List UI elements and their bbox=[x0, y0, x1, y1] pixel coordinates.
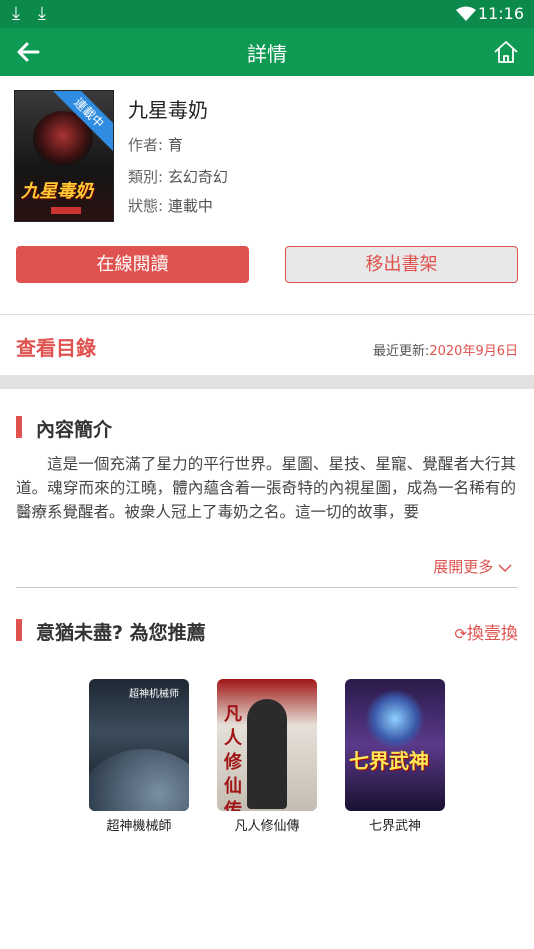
book-cover: 七界武神 bbox=[345, 679, 445, 811]
cover-art bbox=[247, 699, 287, 809]
category-row: 類別: 玄幻奇幻 bbox=[128, 166, 508, 187]
refresh-button[interactable]: ⟳換壹換 bbox=[454, 619, 518, 644]
remove-from-shelf-button[interactable]: 移出書架 bbox=[285, 246, 518, 283]
book-title: 九星毒奶 bbox=[128, 98, 208, 122]
refresh-label: 換壹換 bbox=[467, 624, 518, 644]
section-marker bbox=[16, 619, 22, 641]
category-value: 玄幻奇幻 bbox=[167, 168, 228, 186]
last-updated: 最近更新:2020年9月6日 bbox=[373, 340, 518, 359]
intro-text: 這是一個充滿了星力的平行世界。星圖、星技、星寵、覺醒者大行其道。魂穿而來的江曉，… bbox=[16, 455, 516, 521]
recommend-heading: 意猶未盡? 為您推薦 bbox=[36, 622, 206, 644]
cover-text: 凡人修仙传 bbox=[224, 704, 242, 811]
book-cover: 超神机械师 bbox=[89, 679, 189, 811]
author-row: 作者: 育 bbox=[128, 134, 508, 155]
chevron-down-icon bbox=[498, 563, 512, 572]
recommend-book[interactable]: 超神机械师 超神機械師 bbox=[89, 679, 189, 834]
section-marker bbox=[16, 416, 22, 438]
category-label: 類別: bbox=[128, 168, 164, 186]
cover-art bbox=[89, 749, 189, 811]
status-row: 狀態: 連載中 bbox=[128, 195, 508, 216]
read-online-button[interactable]: 在線閱讀 bbox=[16, 246, 249, 283]
cover-logo bbox=[51, 207, 81, 214]
status-label: 狀態: bbox=[128, 197, 164, 215]
wifi-icon bbox=[456, 6, 476, 21]
author-label: 作者: bbox=[128, 136, 164, 154]
intro-heading: 內容簡介 bbox=[36, 419, 113, 441]
book-info: 連載中 九星毒奶 九星毒奶 作者: 育 類別: 玄幻奇幻 狀態: 連載中 bbox=[14, 90, 520, 225]
recommend-book-title: 超神機械師 bbox=[106, 819, 172, 834]
divider bbox=[16, 587, 518, 588]
updated-label: 最近更新: bbox=[372, 344, 430, 359]
book-cover: 凡人修仙传 bbox=[217, 679, 317, 811]
home-icon[interactable] bbox=[492, 38, 520, 66]
expand-more-label: 展開更多 bbox=[433, 558, 494, 576]
cover-title: 九星毒奶 bbox=[21, 181, 93, 202]
book-cover: 連載中 九星毒奶 bbox=[14, 90, 114, 222]
app-bar: 詳情 bbox=[0, 28, 534, 76]
view-toc-link[interactable]: 查看目錄 bbox=[16, 332, 96, 361]
cover-text: 七界武神 bbox=[349, 749, 429, 773]
clock: 11:16 bbox=[477, 4, 524, 23]
status-bar: ⤓ ⤓ 11:16 bbox=[0, 0, 534, 28]
divider bbox=[0, 314, 534, 315]
download-icon: ⤓ bbox=[12, 3, 20, 24]
recommend-book-title: 凡人修仙傳 bbox=[234, 819, 300, 834]
cover-text: 超神机械师 bbox=[129, 689, 179, 700]
recommend-book[interactable]: 七界武神 七界武神 bbox=[345, 679, 445, 834]
updated-date: 2020年9月6日 bbox=[429, 344, 518, 359]
page-title: 詳情 bbox=[247, 42, 287, 66]
status-value: 連載中 bbox=[167, 197, 213, 215]
refresh-icon: ⟳ bbox=[454, 625, 467, 643]
section-separator bbox=[0, 375, 534, 389]
cover-art bbox=[365, 689, 425, 749]
recommend-book-title: 七界武神 bbox=[368, 819, 421, 834]
author-value: 育 bbox=[167, 136, 183, 154]
recommend-book[interactable]: 凡人修仙传 凡人修仙傳 bbox=[217, 679, 317, 834]
expand-more-button[interactable]: 展開更多 bbox=[433, 556, 512, 577]
download-icon: ⤓ bbox=[38, 3, 46, 24]
book-meta: 九星毒奶 作者: 育 類別: 玄幻奇幻 狀態: 連載中 bbox=[128, 94, 508, 216]
